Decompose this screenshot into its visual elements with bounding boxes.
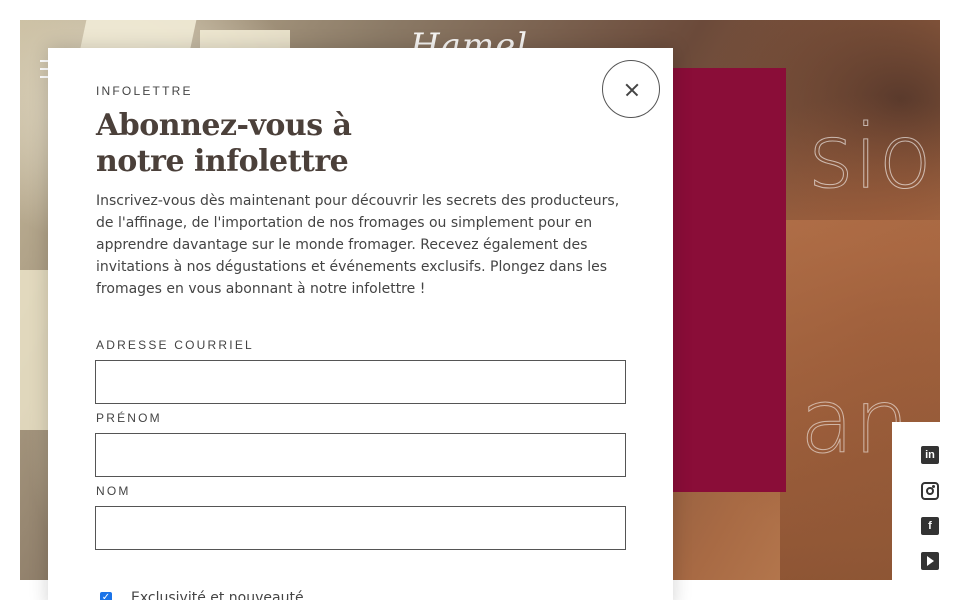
youtube-icon[interactable] <box>921 552 939 570</box>
lastname-label: NOM <box>96 484 131 498</box>
linkedin-icon[interactable]: in <box>921 446 939 464</box>
hero-outline-word: sio <box>807 105 933 209</box>
email-label: ADRESSE COURRIEL <box>96 338 254 352</box>
modal-title: Abonnez-vous à notre infolettre <box>96 108 396 180</box>
newsletter-modal: INFOLETTRE Abonnez-vous à notre infolett… <box>48 48 673 600</box>
exclusivity-checkbox-label: Exclusivité et nouveauté <box>131 590 304 600</box>
social-bar: in f <box>892 422 940 600</box>
modal-description: Inscrivez-vous dès maintenant pour décou… <box>96 193 620 297</box>
email-field[interactable] <box>95 360 626 404</box>
modal-title-line: notre infolettre <box>96 144 349 179</box>
modal-eyebrow: INFOLETTRE <box>96 84 193 98</box>
firstname-label: PRÉNOM <box>96 411 162 425</box>
close-button[interactable] <box>602 60 660 118</box>
firstname-field[interactable] <box>95 433 626 477</box>
exclusivity-checkbox[interactable]: ✓ <box>100 592 112 600</box>
lastname-field[interactable] <box>95 506 626 550</box>
instagram-icon[interactable] <box>921 482 939 500</box>
modal-title-line: Abonnez-vous à <box>96 108 352 143</box>
facebook-icon[interactable]: f <box>921 517 939 535</box>
